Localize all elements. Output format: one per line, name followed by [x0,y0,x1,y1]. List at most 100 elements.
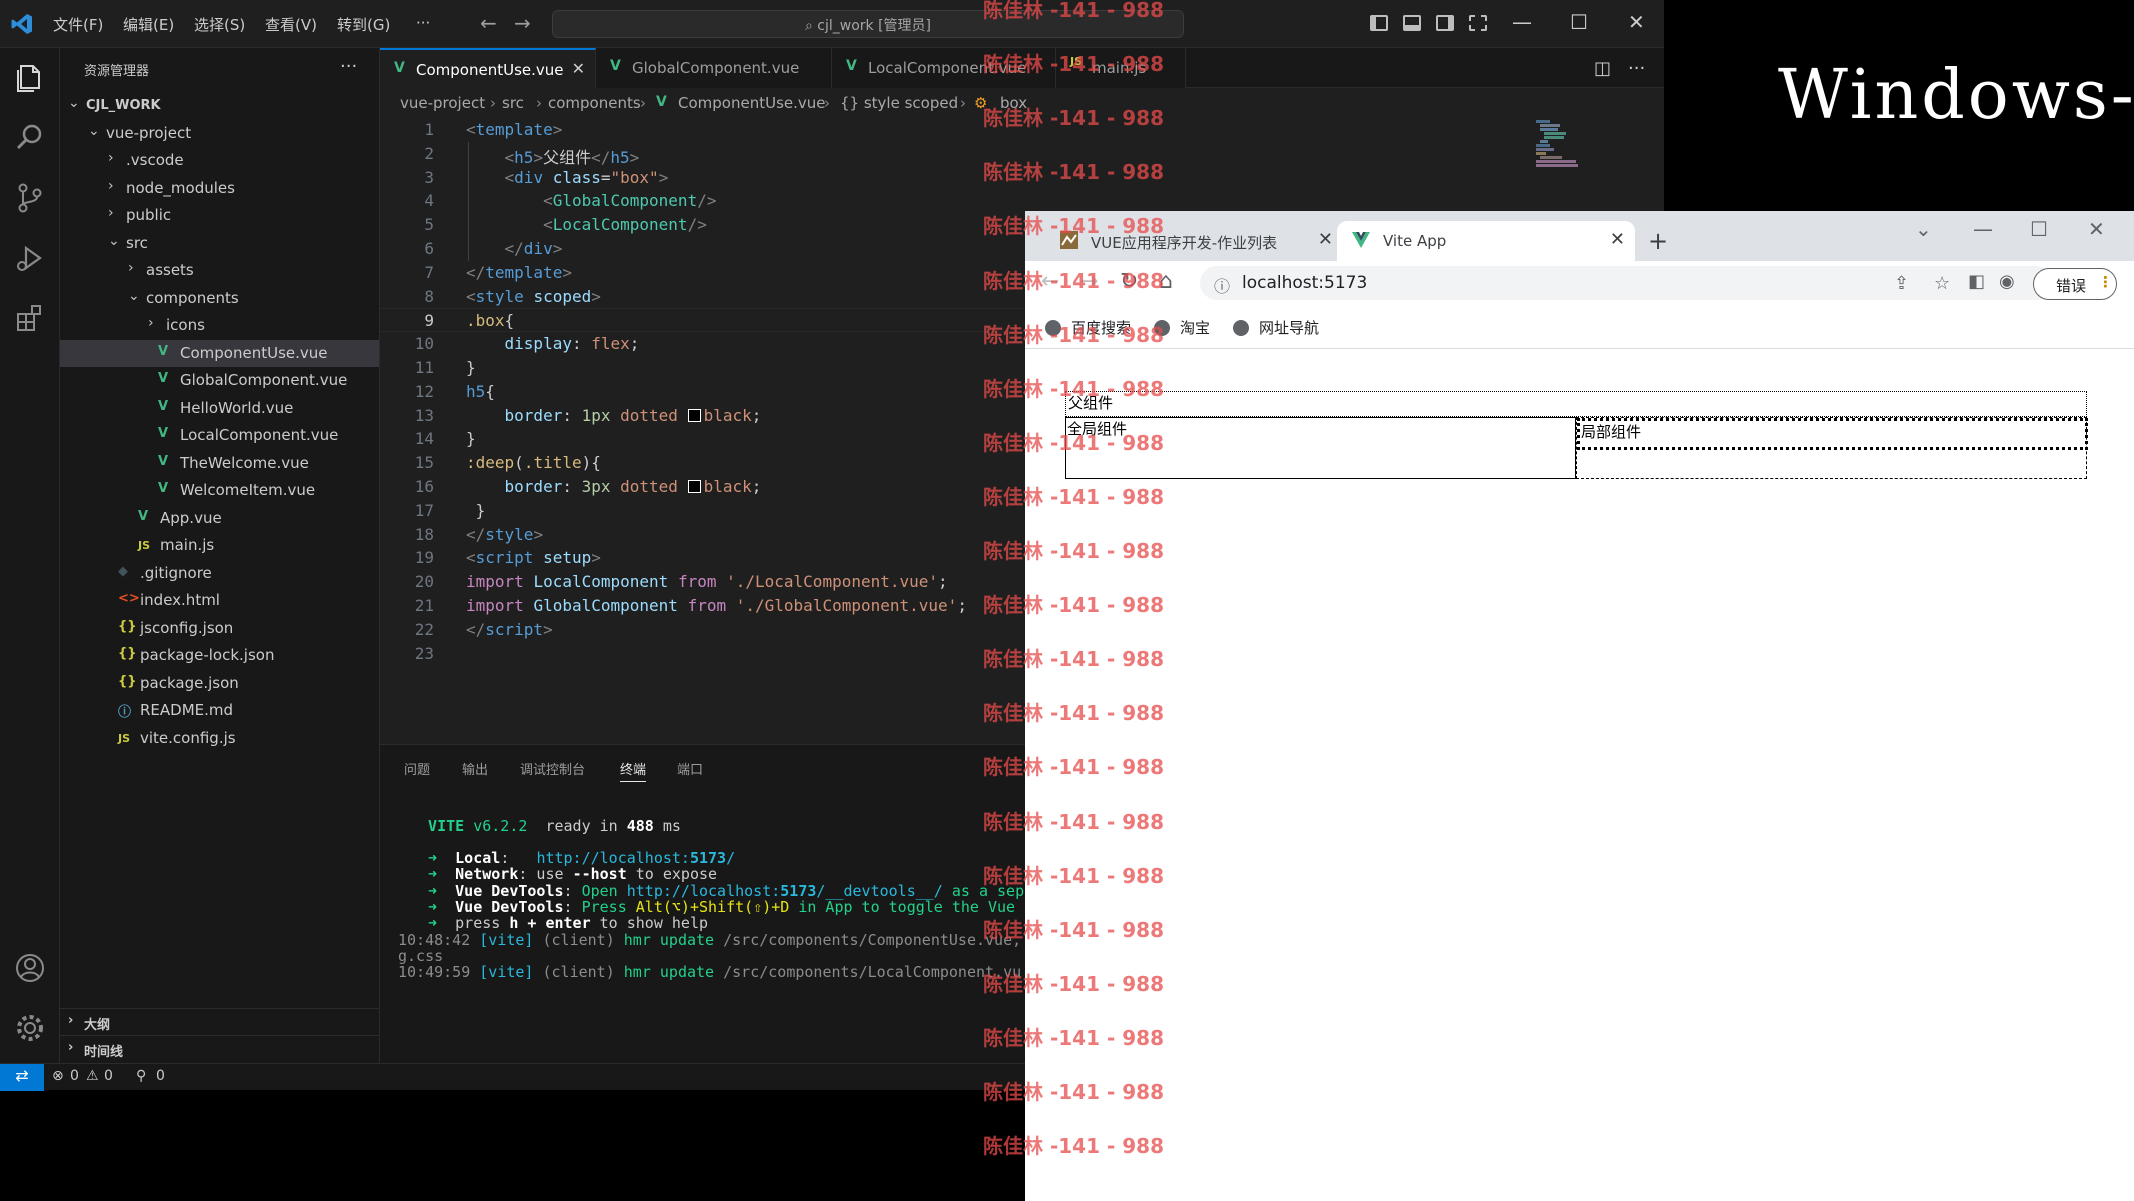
tree-item[interactable]: {} package.json [60,670,379,697]
breadcrumb-item[interactable]: ComponentUse.vue [678,94,826,112]
menu-more[interactable]: ··· [416,14,430,32]
toggle-sidebar-icon[interactable] [1370,15,1388,31]
new-tab-button[interactable]: + [1648,227,1668,255]
explorer-title: 资源管理器 [84,64,150,79]
watermark-text: 陈佳林 -141 - 988 [983,322,1164,347]
tree-item[interactable]: ⌄ components [60,285,379,312]
tab-close-icon[interactable]: ✕ [1610,229,1625,250]
warning-icon[interactable]: ⚠ [86,1068,99,1084]
explorer-icon[interactable] [12,60,48,96]
account-icon[interactable] [12,950,48,986]
customize-layout-icon[interactable] [1469,15,1487,31]
tab-globalcomponent[interactable]: V GlobalComponent.vue [596,48,832,88]
tree-item[interactable]: › assets [60,257,379,284]
tree-item-label: TheWelcome.vue [180,453,309,472]
panel-tab-output[interactable]: 输出 [462,759,488,778]
tree-item[interactable]: V GlobalComponent.vue [60,367,379,394]
tree-item[interactable]: ⌄ CJL_WORK [60,92,379,119]
address-bar[interactable]: ⓘ localhost:5173 ⇪ ☆ [1200,266,2052,300]
minimap[interactable] [1534,118,1594,178]
source-control-icon[interactable] [12,180,48,216]
tree-item[interactable]: V HelloWorld.vue [60,395,379,422]
toggle-panel-icon[interactable] [1403,15,1421,31]
maximize-icon[interactable]: ☐ [2030,217,2048,241]
tree-item[interactable]: › icons [60,312,379,339]
minimize-icon[interactable]: — [1512,10,1532,34]
color-swatch-icon[interactable] [687,408,701,422]
tree-item[interactable]: ⌄ src [60,230,379,257]
tree-item[interactable]: V App.vue [60,505,379,532]
tab-close-icon[interactable]: ✕ [1318,229,1333,250]
url-text[interactable]: localhost:5173 [1242,273,1367,293]
bookmark-nav[interactable]: 网址导航 [1233,317,1319,338]
tree-item[interactable]: › .vscode [60,147,379,174]
tree-item[interactable]: ⌄ vue-project [60,120,379,147]
tree-item[interactable]: ◆ .gitignore [60,560,379,587]
editor-more-icon[interactable]: ··· [1628,58,1645,79]
menu-selection[interactable]: 选择(S) [194,14,245,35]
menu-edit[interactable]: 编辑(E) [123,14,174,35]
line-number: 5 [424,215,434,235]
error-update-button[interactable]: 错误 ⋮ [2033,268,2117,300]
tree-item[interactable]: JS vite.config.js [60,725,379,752]
timeline-section[interactable]: › 时间线 [60,1035,379,1061]
code-text: .box{ [466,311,515,331]
menu-go[interactable]: 转到(G) [337,14,390,35]
color-swatch-icon[interactable] [687,480,701,493]
code-text: </style> [466,524,544,544]
tab-search-icon[interactable]: ⌄ [1915,217,1932,241]
site-info-icon[interactable]: ⓘ [1214,273,1230,297]
split-editor-icon[interactable]: ◫ [1594,58,1611,79]
breadcrumb-item[interactable]: {} style scoped [840,94,958,112]
tree-item[interactable]: JS main.js [60,532,379,559]
tab-componentuse[interactable]: V ComponentUse.vue ✕ [380,48,596,88]
menu-file[interactable]: 文件(F) [53,14,103,35]
tree-item[interactable]: V LocalComponent.vue [60,422,379,449]
share-icon[interactable]: ⇪ [1894,273,1909,294]
code-text: import GlobalComponent from './GlobalCom… [466,596,967,615]
side-panel-icon[interactable]: ◧ [1968,271,1985,292]
tree-item[interactable]: › node_modules [60,175,379,202]
breadcrumb-item[interactable]: components [548,94,641,112]
browser-tab-vite[interactable]: Vite App ✕ [1337,221,1635,261]
menu-view[interactable]: 查看(V) [265,14,317,35]
panel-tab-ports[interactable]: 端口 [677,759,703,778]
minimize-icon[interactable]: — [1973,217,1993,241]
settings-gear-icon[interactable] [12,1010,48,1046]
error-button-label: 错误 [2056,277,2087,295]
maximize-icon[interactable]: ☐ [1570,10,1588,34]
code-text: </template> [466,262,572,282]
code-text: <LocalComponent/> [543,215,707,235]
code-text: display: flex; [504,334,640,354]
run-debug-icon[interactable] [12,240,48,276]
watermark-text: 陈佳林 -141 - 988 [983,52,1164,77]
explorer-more-button[interactable]: ··· [340,56,357,77]
extensions-icon[interactable] [12,300,48,336]
breadcrumb-item[interactable]: vue-project [400,94,485,112]
ports-icon[interactable]: ⚲ [136,1068,146,1084]
error-icon[interactable]: ⊗ [52,1068,64,1084]
tree-item[interactable]: <> index.html [60,587,379,614]
outline-section[interactable]: › 大纲 [60,1008,379,1034]
tree-item[interactable]: ⓘ README.md [60,697,379,724]
tree-item[interactable]: {} jsconfig.json [60,615,379,642]
breadcrumb-item[interactable]: src [502,94,524,112]
panel-tab-debug-console[interactable]: 调试控制台 [520,759,585,778]
toggle-secondary-sidebar-icon[interactable] [1436,15,1454,31]
tree-item[interactable]: V WelcomeItem.vue [60,477,379,504]
profile-avatar-icon[interactable]: ◉ [1999,271,2015,292]
panel-tab-terminal[interactable]: 终端 [620,759,647,782]
search-activity-icon[interactable] [12,120,48,156]
close-icon[interactable]: ✕ [1628,10,1645,34]
tree-item[interactable]: {} package-lock.json [60,642,379,669]
tree-item[interactable]: V TheWelcome.vue [60,450,379,477]
remote-indicator-icon[interactable]: ⇄ [0,1064,44,1091]
bookmark-star-icon[interactable]: ☆ [1934,273,1950,294]
tree-item[interactable]: › public [60,202,379,229]
panel-tab-problems[interactable]: 问题 [404,759,430,778]
back-arrow-icon[interactable]: ← [480,11,497,35]
tab-close-icon[interactable]: ✕ [572,59,585,78]
forward-arrow-icon[interactable]: → [514,11,531,35]
close-icon[interactable]: ✕ [2088,217,2105,241]
tree-item[interactable]: V ComponentUse.vue [60,339,379,367]
